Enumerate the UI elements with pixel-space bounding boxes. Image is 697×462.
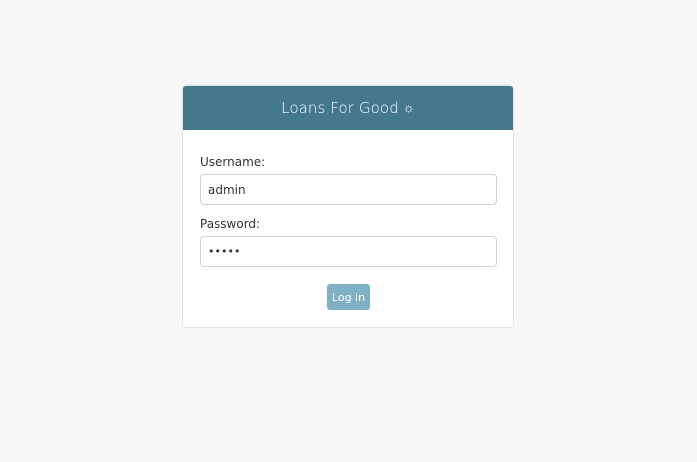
username-label: Username: xyxy=(200,155,266,169)
card-header: Loans For Good ☼ xyxy=(183,86,513,130)
password-input[interactable] xyxy=(200,236,497,267)
password-label: Password: xyxy=(200,217,261,231)
login-button[interactable]: Log in xyxy=(327,284,370,310)
login-card: Loans For Good ☼ Username: Password: Log… xyxy=(182,85,514,328)
sun-icon: ☼ xyxy=(402,100,415,116)
app-title: Loans For Good xyxy=(281,99,399,117)
username-input[interactable] xyxy=(200,174,497,205)
